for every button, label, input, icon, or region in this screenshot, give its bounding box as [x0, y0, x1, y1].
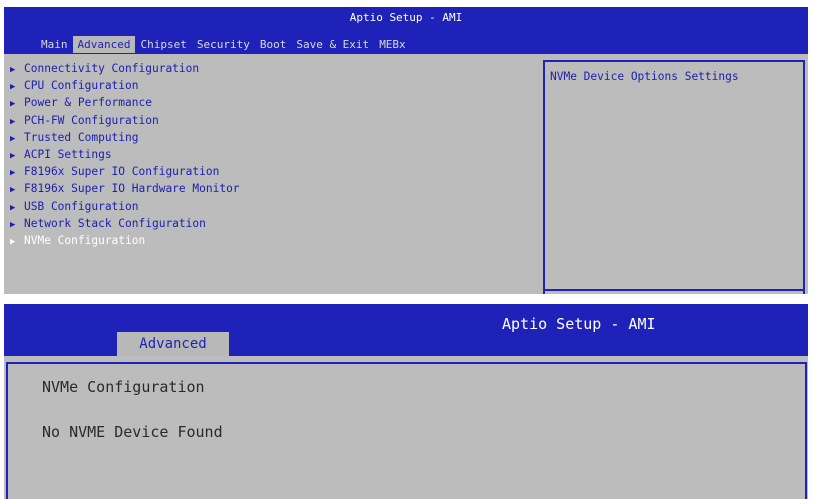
menu-item-label: Network Stack Configuration [24, 216, 206, 230]
menu-item-label: Connectivity Configuration [24, 62, 200, 75]
tab-main[interactable]: Main [36, 36, 73, 53]
menu-item-label: ACPI Settings [24, 148, 112, 161]
menu-item-label: PCH-FW Configuration [24, 113, 159, 127]
bios-title: Aptio Setup - AMI [502, 315, 656, 333]
right-triangle-icon: ▶ [10, 151, 16, 161]
menu-item-f8196x-super-io-configuration[interactable]: ▶ F8196x Super IO Configuration [10, 164, 219, 180]
right-triangle-icon: ▶ [10, 116, 16, 127]
bios-header-bar: Aptio Setup - AMI Advanced [4, 304, 808, 356]
menu-item-label: Power & Performance [24, 96, 152, 110]
menu-item-power-performance[interactable]: ▶ Power & Performance [10, 95, 152, 111]
tab-mebx[interactable]: MEBx [374, 36, 411, 53]
tab-advanced[interactable]: Advanced [117, 332, 229, 356]
right-triangle-icon: ▶ [10, 82, 16, 93]
right-triangle-icon: ▶ [10, 99, 16, 110]
tab-boot[interactable]: Boot [255, 36, 292, 53]
menu-item-label: F8196x Super IO Configuration [24, 165, 220, 179]
bios-title: Aptio Setup - AMI [349, 11, 463, 24]
menu-item-connectivity-configuration[interactable]: ▶ Connectivity Configuration [10, 61, 199, 77]
right-triangle-icon: ▶ [10, 202, 16, 213]
tab-advanced[interactable]: Advanced [72, 36, 136, 53]
bios-screen-advanced-menu: Aptio Setup - AMI Main Advanced Chipset Sec… [4, 7, 808, 294]
menu-item-nvme-configuration[interactable]: ▶ NVMe Configuration [10, 233, 145, 249]
help-panel [543, 60, 805, 294]
menu-item-label: USB Configuration [24, 199, 139, 213]
menu-item-label: CPU Configuration [24, 79, 139, 93]
menu-item-usb-configuration[interactable]: ▶ USB Configuration [10, 199, 139, 215]
right-triangle-icon: ▶ [10, 168, 16, 179]
menu-item-label: F8196x Super IO Hardware Monitor [24, 182, 240, 196]
tab-chipset[interactable]: Chipset [135, 36, 191, 53]
advanced-menu-list: ▶ Connectivity Configuration ▶ CPU Configur… [7, 61, 537, 294]
tab-save-exit[interactable]: Save & Exit [291, 36, 374, 53]
help-panel-divider [543, 289, 805, 291]
bios-screen-nvme-configuration: Aptio Setup - AMI Advanced NVMe Configur… [4, 304, 808, 499]
right-triangle-icon: ▶ [10, 237, 16, 247]
menu-item-acpi-settings[interactable]: ▶ ACPI Settings [10, 147, 112, 163]
right-triangle-icon: ▶ [10, 133, 16, 144]
bios-header-bar: Aptio Setup - AMI Main Advanced Chipset Sec… [4, 7, 808, 54]
right-triangle-icon: ▶ [10, 185, 16, 196]
status-message: No NVME Device Found [42, 423, 223, 441]
bios-tab-bar: Main Advanced Chipset Security Boot Save & Ex… [36, 36, 411, 53]
help-text: NVMe Device Options Settings [550, 70, 739, 83]
tab-security[interactable]: Security [192, 36, 255, 53]
right-triangle-icon: ▶ [10, 219, 16, 230]
menu-item-f8196x-super-io-hardware-monitor[interactable]: ▶ F8196x Super IO Hardware Monitor [10, 181, 240, 197]
menu-item-label: Trusted Computing [24, 130, 139, 144]
page-title: NVMe Configuration [42, 378, 205, 396]
menu-item-network-stack-configuration[interactable]: ▶ Network Stack Configuration [10, 216, 206, 232]
menu-item-trusted-computing[interactable]: ▶ Trusted Computing [10, 130, 139, 146]
menu-item-cpu-configuration[interactable]: ▶ CPU Configuration [10, 78, 139, 94]
menu-item-label: NVMe Configuration [24, 234, 146, 247]
menu-item-pch-fw-configuration[interactable]: ▶ PCH-FW Configuration [10, 113, 159, 129]
right-triangle-icon: ▶ [10, 65, 16, 75]
